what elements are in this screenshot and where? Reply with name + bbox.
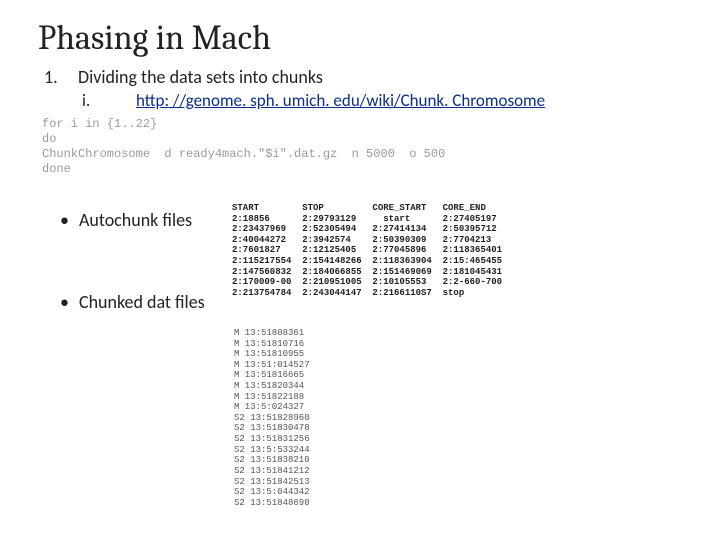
bullet-dot-icon: • — [60, 209, 69, 231]
step-1-i: i. http: //genome. sph. umich. edu/wiki/… — [38, 90, 682, 111]
page-title: Phasing in Mach — [38, 18, 682, 58]
chunk-chromosome-link[interactable]: http: //genome. sph. umich. edu/wiki/Chu… — [136, 90, 545, 111]
step-1: 1. Dividing the data sets into chunks — [38, 66, 682, 88]
autochunk-table: START STOP CORE_START CORE_END 2:18856 2… — [232, 203, 502, 298]
step-1-number: 1. — [38, 66, 78, 88]
chunked-dat-list: M 13:51808361 M 13:51810716 M 13:5181095… — [234, 328, 310, 508]
step-1-text: Dividing the data sets into chunks — [78, 66, 682, 88]
autochunk-table-content: START STOP CORE_START CORE_END 2:18856 2… — [232, 203, 502, 298]
bullet-chunked-label: Chunked dat files — [79, 291, 205, 313]
step-1-i-number: i. — [38, 90, 136, 111]
bullet-autochunk-label: Autochunk files — [79, 209, 192, 231]
bullet-dot-icon: • — [60, 291, 69, 313]
slide: Phasing in Mach 1. Dividing the data set… — [0, 0, 720, 540]
shell-code: for i in {1..22} do ChunkChromosome d re… — [42, 117, 682, 177]
